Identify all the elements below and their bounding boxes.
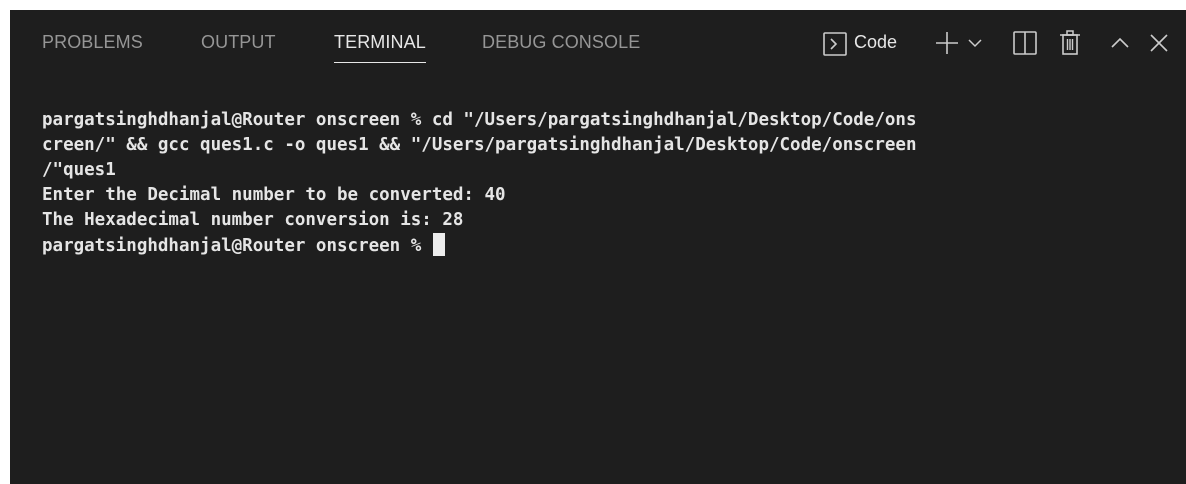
- tab-terminal-label: TERMINAL: [334, 32, 426, 52]
- terminal-prompt-line[interactable]: pargatsinghdhanjal@Router onscreen %: [42, 233, 1172, 258]
- terminal-line: The Hexadecimal number conversion is: 28: [42, 210, 464, 230]
- tab-debug-console[interactable]: DEBUG CONSOLE: [482, 32, 640, 53]
- terminal-panel: PROBLEMS OUTPUT TERMINAL DEBUG CONSOLE C…: [10, 10, 1186, 484]
- panel-tab-bar: PROBLEMS OUTPUT TERMINAL DEBUG CONSOLE C…: [10, 10, 1186, 74]
- terminal-prompt: pargatsinghdhanjal@Router onscreen %: [42, 236, 432, 256]
- trash-icon[interactable]: [1059, 30, 1081, 56]
- tab-debug-console-label: DEBUG CONSOLE: [482, 32, 641, 52]
- terminal-icon[interactable]: [823, 32, 847, 56]
- tab-output[interactable]: OUTPUT: [201, 32, 276, 53]
- chevron-up-icon[interactable]: [1111, 37, 1129, 49]
- terminal-output[interactable]: pargatsinghdhanjal@Router onscreen % cd …: [42, 108, 1172, 258]
- terminal-line: creen/" && gcc ques1.c -o ques1 && "/Use…: [42, 135, 917, 155]
- chevron-down-icon[interactable]: [968, 38, 982, 48]
- tab-terminal[interactable]: TERMINAL: [334, 32, 426, 63]
- terminal-selector-label[interactable]: Code: [854, 32, 897, 53]
- close-icon[interactable]: [1150, 34, 1168, 52]
- terminal-line: /"ques1: [42, 160, 116, 180]
- terminal-line: pargatsinghdhanjal@Router onscreen % cd …: [42, 110, 917, 130]
- plus-icon[interactable]: [935, 31, 959, 55]
- terminal-cursor: [432, 233, 445, 256]
- tab-problems-label: PROBLEMS: [42, 32, 143, 52]
- split-icon[interactable]: [1013, 31, 1037, 55]
- terminal-line: Enter the Decimal number to be converted…: [42, 185, 506, 205]
- tab-output-label: OUTPUT: [201, 32, 276, 52]
- tab-problems[interactable]: PROBLEMS: [42, 32, 143, 53]
- active-tab-indicator: [334, 62, 426, 63]
